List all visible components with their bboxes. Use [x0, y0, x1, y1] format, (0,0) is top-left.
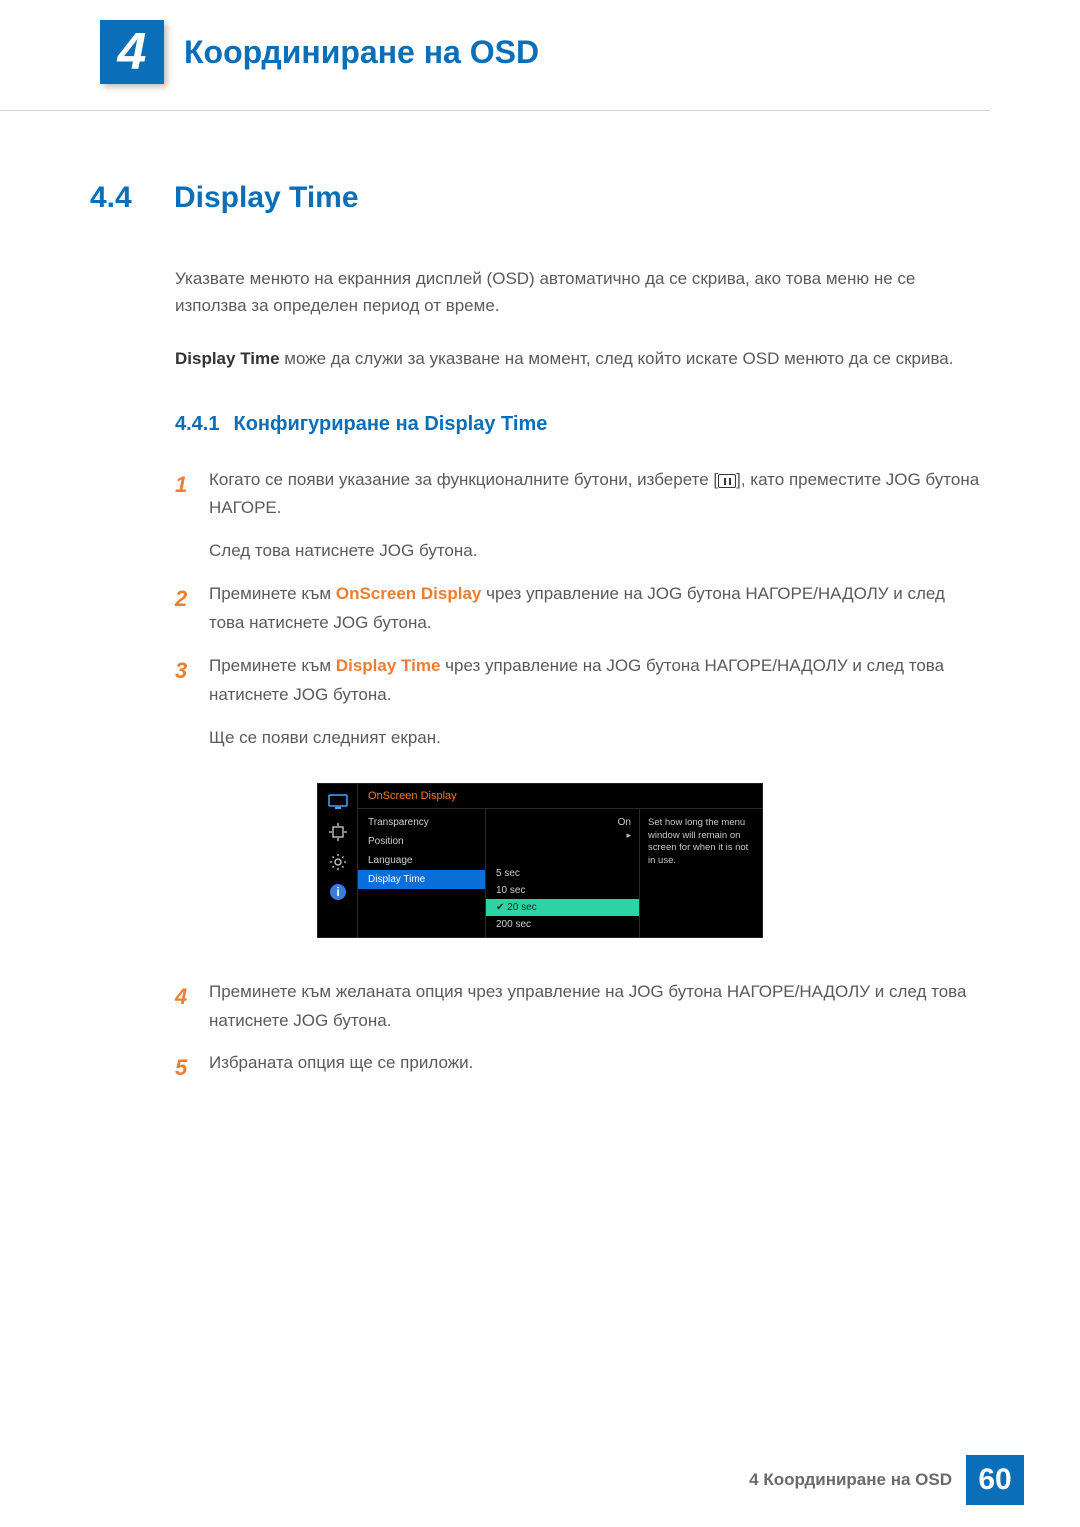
osd-row-transparency: Transparency	[358, 813, 485, 832]
osd-option-10sec: 10 sec	[486, 882, 639, 899]
osd-option-20sec: 20 sec	[486, 899, 639, 916]
step-1-body: Когато се появи указание за функционални…	[209, 466, 980, 524]
osd-submenu: 5 sec 10 sec 20 sec 200 sec	[486, 865, 639, 933]
step-1-a: Когато се появи указание за функционални…	[209, 470, 718, 489]
intro-paragraph-2: Display Time може да служи за указване н…	[175, 345, 980, 372]
subsection-title: Конфигуриране на Display Time	[233, 413, 547, 436]
step-1: 1 Когато се появи указание за функционал…	[175, 466, 980, 524]
step-3-cont: Ще се появи следният екран.	[209, 724, 980, 753]
osd-title: OnScreen Display	[358, 784, 762, 809]
step-3-number: 3	[175, 652, 209, 710]
step-2: 2 Преминете към OnScreen Display чрез уп…	[175, 580, 980, 638]
chapter-badge: 4	[100, 20, 164, 84]
osd-value-on: On	[486, 813, 639, 830]
step-4-body: Преминете към желаната опция чрез управл…	[209, 978, 980, 1036]
section-number: 4.4	[90, 181, 174, 215]
step-3-body: Преминете към Display Time чрез управлен…	[209, 652, 980, 710]
osd-option-200sec: 200 sec	[486, 916, 639, 933]
subsection-heading: 4.4.1 Конфигуриране на Display Time	[175, 413, 1080, 436]
footer-page-number: 60	[966, 1455, 1024, 1505]
subsection-number: 4.4.1	[175, 413, 219, 436]
osd-main: OnScreen Display Transparency Position L…	[358, 784, 762, 937]
osd-screenshot: i OnScreen Display Transparency Position…	[317, 783, 763, 938]
section-heading: 4.4 Display Time	[90, 181, 1080, 215]
svg-text:i: i	[336, 885, 339, 899]
step-2-orange: OnScreen Display	[336, 584, 482, 603]
section-title: Display Time	[174, 181, 359, 215]
chapter-header: 4 Координиране на OSD	[0, 0, 990, 111]
step-3: 3 Преминете към Display Time чрез управл…	[175, 652, 980, 710]
step-1-cont: След това натиснете JOG бутона.	[209, 537, 980, 566]
intro-paragraph-1: Указвате менюто на екранния дисплей (OSD…	[175, 265, 980, 319]
resize-icon	[326, 822, 350, 842]
osd-arrow: ▸	[486, 830, 639, 845]
step-2-body: Преминете към OnScreen Display чрез упра…	[209, 580, 980, 638]
osd-values: On ▸ 5 sec 10 sec 20 sec 200 sec	[486, 809, 640, 937]
step-2-number: 2	[175, 580, 209, 638]
osd-option-5sec: 5 sec	[486, 865, 639, 882]
chapter-number: 4	[118, 22, 147, 82]
osd-row-displaytime: Display Time	[358, 870, 485, 889]
intro2-rest: може да служи за указване на момент, сле…	[280, 349, 954, 368]
page-footer: 4 Координиране на OSD 60	[749, 1455, 1024, 1505]
info-icon: i	[326, 882, 350, 902]
menu-icon	[718, 474, 736, 488]
osd-row-position: Position	[358, 832, 485, 851]
gear-icon	[326, 852, 350, 872]
step-1-number: 1	[175, 466, 209, 524]
step-4: 4 Преминете към желаната опция чрез упра…	[175, 978, 980, 1036]
step-3-a: Преминете към	[209, 656, 336, 675]
chapter-title: Координиране на OSD	[184, 34, 539, 71]
footer-chapter-label: 4 Координиране на OSD	[749, 1470, 952, 1490]
osd-row-language: Language	[358, 851, 485, 870]
osd-help-text: Set how long the menu window will remain…	[640, 809, 762, 937]
monitor-icon	[326, 792, 350, 812]
step-2-a: Преминете към	[209, 584, 336, 603]
step-3-orange: Display Time	[336, 656, 441, 675]
intro2-bold: Display Time	[175, 349, 280, 368]
step-5: 5 Избраната опция ще се приложи.	[175, 1049, 980, 1086]
osd-menu-list: Transparency Position Language Display T…	[358, 809, 486, 937]
step-5-body: Избраната опция ще се приложи.	[209, 1049, 980, 1086]
step-5-number: 5	[175, 1049, 209, 1086]
step-4-number: 4	[175, 978, 209, 1036]
osd-sidebar: i	[318, 784, 358, 937]
